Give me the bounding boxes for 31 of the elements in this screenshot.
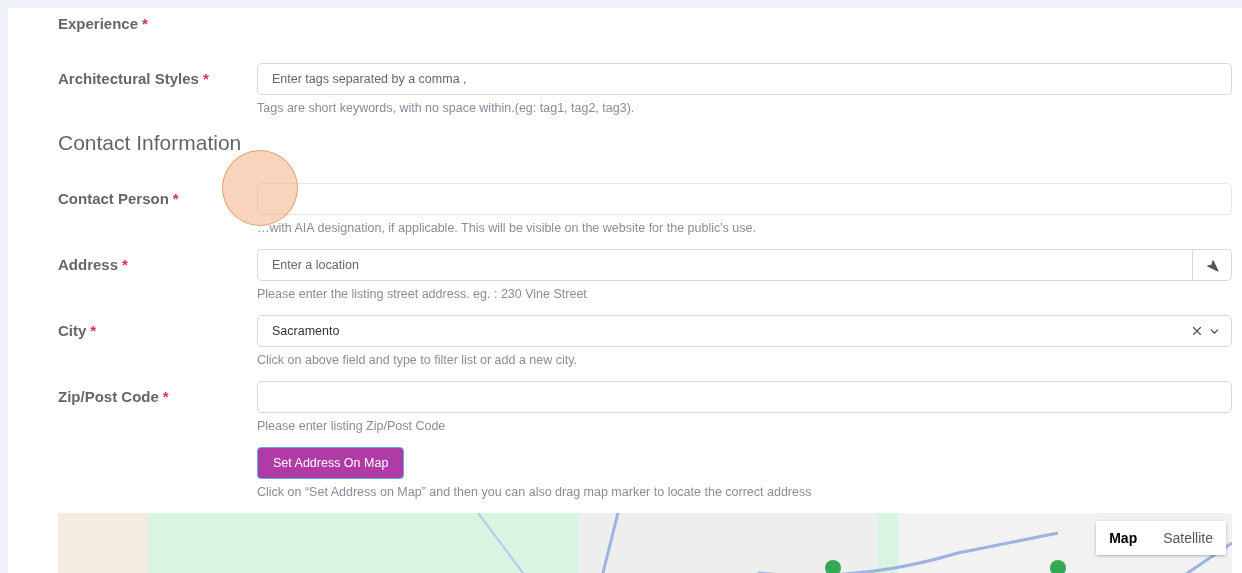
required-mark: *	[162, 387, 169, 407]
city-select[interactable]: Sacramento	[257, 315, 1232, 347]
field-hint: …with AIA designation, if applicable. This will be visible on the website for the public's use.	[257, 221, 757, 235]
text-field[interactable]	[257, 381, 1232, 413]
required-mark: *	[172, 189, 179, 209]
required-mark: *	[202, 69, 209, 89]
text-field[interactable]: Enter tags separated by a comma ,	[257, 63, 1232, 95]
field-hint: Please enter the listing street address. eg. : 230 Vine Street	[257, 287, 588, 301]
required-mark: *	[122, 255, 128, 275]
map-type-tab[interactable]: Map	[1096, 521, 1151, 555]
text-field[interactable]	[257, 183, 1232, 215]
address-field[interactable]: Enter a location	[257, 249, 1192, 281]
field-label: Experience	[58, 14, 139, 34]
set-address-button[interactable]: Set Address On Map	[257, 447, 405, 479]
field-label: Zip/Post Code	[58, 387, 159, 407]
field-hint: Click on above field and type to filter list or add a new city.	[257, 353, 579, 367]
select-value: Sacramento	[272, 324, 341, 338]
required-mark: *	[142, 14, 148, 34]
field-label: Architectural Styles	[58, 69, 199, 89]
locate-button[interactable]	[1192, 249, 1232, 281]
field-label: Contact Person	[58, 189, 169, 209]
field-label: City	[58, 321, 87, 341]
field-hint: Click on “Set Address on Map” and then you can also drag map marker to locate the correct address	[257, 485, 813, 499]
section-title: Contact Information	[58, 131, 243, 155]
map-type-tab[interactable]: Satellite	[1150, 521, 1226, 555]
required-mark: *	[90, 321, 97, 341]
field-label: Address	[58, 255, 119, 275]
clear-icon[interactable]	[1190, 324, 1204, 338]
location-arrow-icon	[1205, 258, 1219, 272]
field-hint: Tags are short keywords, with no space within.(eg: tag1, tag2, tag3).	[257, 101, 636, 115]
field-hint: Please enter listing Zip/Post Code	[257, 419, 447, 433]
